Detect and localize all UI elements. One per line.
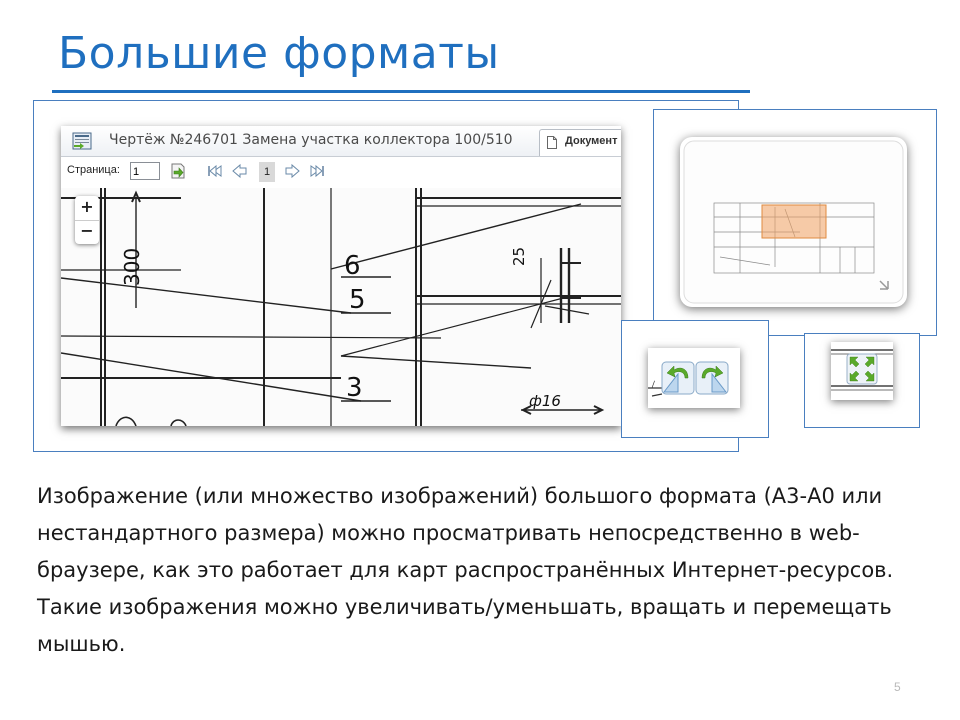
first-page-icon[interactable] (206, 162, 224, 180)
fullscreen-screenshot-frame (804, 333, 920, 428)
document-app-icon (72, 132, 92, 150)
slide-page-number: 5 (894, 680, 901, 694)
drawing-dim-300: 300 (120, 248, 144, 286)
rotate-screenshot-frame: — (621, 320, 769, 438)
zoom-in-button[interactable]: + (75, 196, 99, 221)
page-number-input[interactable]: 1 (130, 162, 160, 180)
page-label: Страница: (67, 164, 120, 176)
drawing-dim-phi16: ф16 (529, 392, 561, 410)
fullscreen-graphic (831, 349, 893, 391)
document-viewer: Чертёж №246701 Замена участка коллектора… (61, 126, 621, 426)
body-paragraph-2: Такие изображения можно увеличивать/умен… (37, 595, 892, 656)
overview-thumbnail (683, 140, 904, 304)
drawing-dim-25: 25 (510, 247, 528, 266)
overview-viewport-rect[interactable] (761, 204, 827, 239)
body-paragraph-1: Изображение (или множество изображений) … (37, 484, 894, 582)
last-page-icon[interactable] (308, 162, 326, 180)
fullscreen-icon[interactable] (846, 353, 878, 385)
technical-drawing: 300 25 6 5 3 ф16 (61, 188, 621, 426)
current-page-indicator: 1 (259, 162, 275, 182)
overview-screenshot-frame (653, 109, 937, 336)
svg-text:—: — (648, 379, 660, 391)
title-underline (52, 90, 750, 93)
rotate-right-icon[interactable] (695, 361, 729, 395)
document-tab-icon (547, 136, 557, 149)
drawing-label-5: 5 (349, 285, 366, 315)
drawing-label-6: 6 (344, 251, 361, 281)
next-page-icon[interactable] (283, 162, 301, 180)
rotate-controls: — (648, 348, 740, 408)
drawing-canvas[interactable]: 300 25 6 5 3 ф16 + − (61, 188, 621, 426)
tab-document-label: Документ (565, 135, 618, 147)
slide-body: Изображение (или множество изображений) … (37, 478, 927, 663)
tab-document[interactable]: Документ (539, 129, 621, 156)
fullscreen-control (831, 342, 893, 400)
zoom-out-button[interactable]: − (75, 220, 99, 244)
document-title: Чертёж №246701 Замена участка коллектора… (109, 132, 513, 148)
viewer-titlebar: Чертёж №246701 Замена участка коллектора… (61, 126, 621, 157)
overview-minimap[interactable] (680, 137, 907, 307)
drawing-label-3: 3 (346, 373, 363, 403)
zoom-control: + − (75, 196, 99, 244)
viewer-toolbar: Страница: 1 1 (61, 157, 621, 187)
go-page-icon[interactable] (169, 162, 187, 180)
prev-page-icon[interactable] (231, 162, 249, 180)
slide-title: Большие форматы (58, 28, 500, 79)
rotate-left-icon[interactable] (661, 361, 695, 395)
rotate-controls-graphic: — (648, 361, 729, 397)
